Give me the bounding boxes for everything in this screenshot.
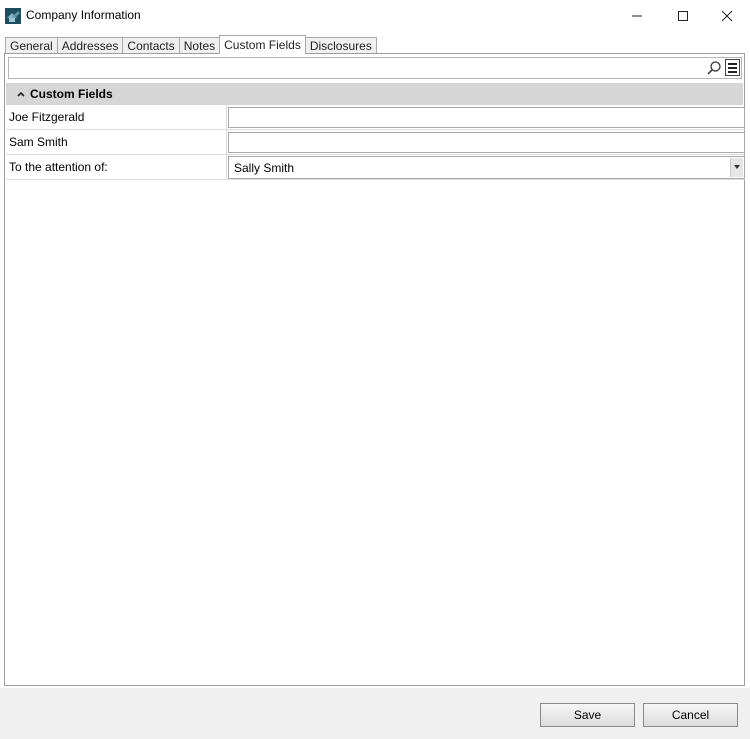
section-title: Custom Fields	[30, 87, 113, 101]
tab-addresses[interactable]: Addresses	[56, 37, 124, 54]
custom-fields-panel: Custom Fields Joe Fitzgerald Sam Smith T…	[4, 53, 745, 686]
section-header[interactable]: Custom Fields	[6, 83, 743, 105]
field-row: To the attention of: Sally Smith	[6, 155, 745, 180]
field-row: Sam Smith	[6, 130, 745, 155]
field-input-joe-fitzgerald[interactable]	[228, 107, 745, 128]
tab-notes[interactable]: Notes	[178, 37, 221, 54]
select-value: Sally Smith	[234, 161, 295, 175]
search-input[interactable]	[11, 59, 705, 77]
row-divider	[226, 130, 227, 155]
tab-general[interactable]: General	[5, 37, 58, 54]
close-button[interactable]	[704, 0, 750, 31]
close-icon	[721, 10, 733, 21]
row-divider	[226, 155, 227, 180]
maximize-button[interactable]	[660, 0, 706, 31]
maximize-icon	[678, 10, 688, 21]
window-title: Company Information	[26, 8, 141, 22]
tab-contacts[interactable]: Contacts	[122, 37, 180, 54]
dropdown-button[interactable]	[730, 158, 743, 177]
tab-custom-fields[interactable]: Custom Fields	[219, 35, 306, 54]
attention-select[interactable]: Sally Smith	[228, 156, 745, 179]
search-bar	[8, 57, 742, 79]
save-button[interactable]: Save	[540, 703, 635, 727]
field-row: Joe Fitzgerald	[6, 105, 745, 130]
house-icon	[5, 8, 21, 24]
field-label: Sam Smith	[9, 135, 68, 149]
field-label: To the attention of:	[9, 160, 108, 174]
cancel-button[interactable]: Cancel	[643, 703, 738, 727]
title-bar: Company Information	[0, 0, 750, 31]
dialog-footer: Save Cancel	[0, 688, 750, 739]
chevron-down-icon	[734, 165, 740, 169]
field-input-sam-smith[interactable]	[228, 132, 745, 153]
chevron-up-icon[interactable]	[16, 89, 26, 99]
minimize-button[interactable]	[614, 0, 660, 31]
row-divider	[226, 105, 227, 130]
tab-disclosures[interactable]: Disclosures	[304, 37, 377, 54]
field-label: Joe Fitzgerald	[9, 110, 85, 124]
menu-icon[interactable]	[725, 59, 740, 76]
minimize-icon	[632, 15, 642, 16]
search-icon[interactable]	[706, 60, 722, 76]
tab-strip: General Addresses Contacts Notes Custom …	[5, 35, 377, 54]
